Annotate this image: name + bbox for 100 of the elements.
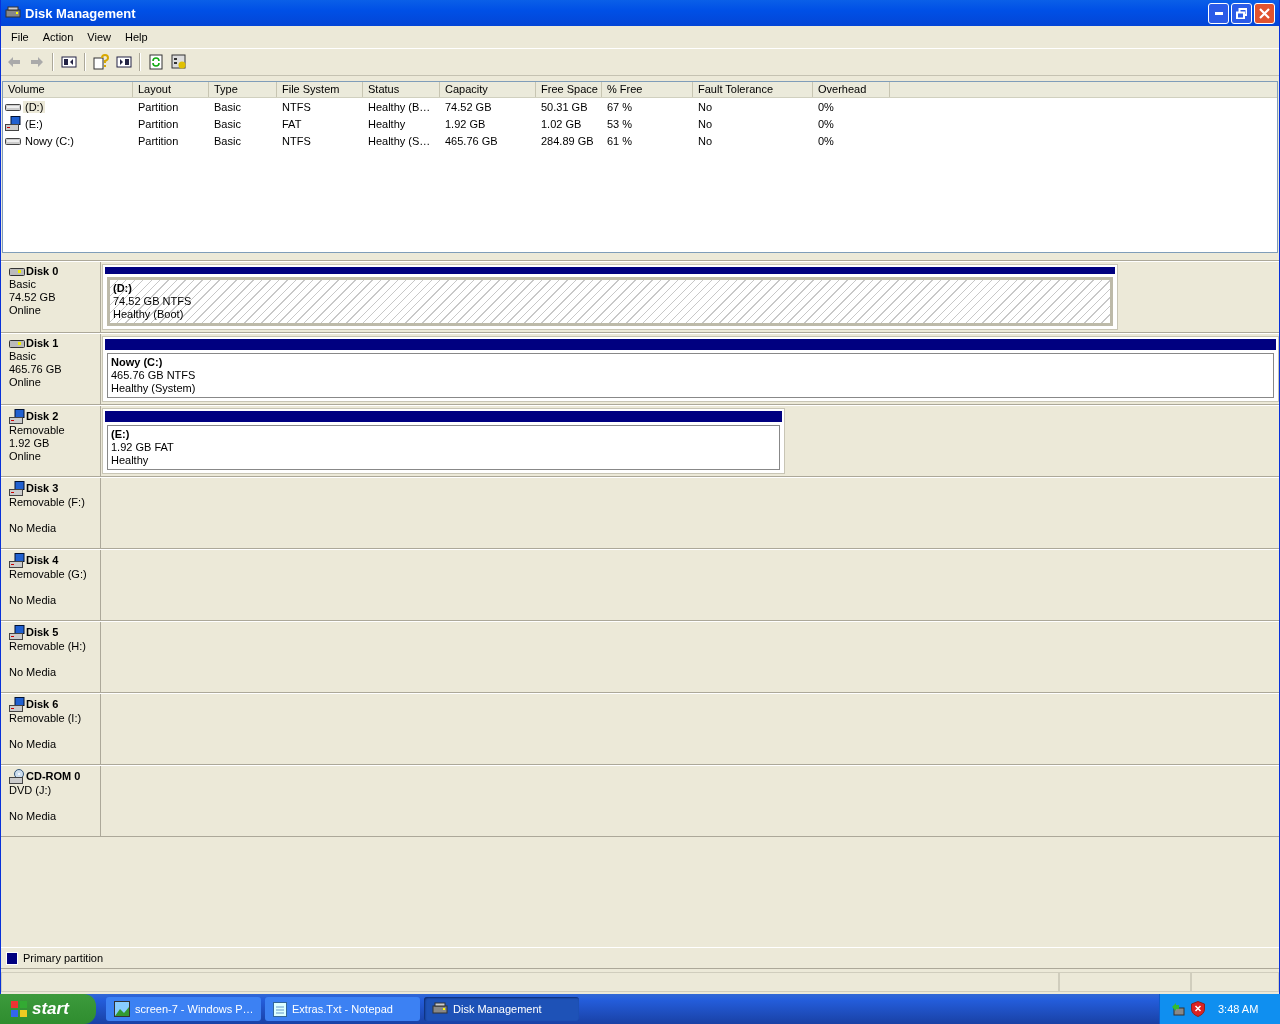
column-header[interactable]: File System: [277, 82, 363, 97]
volume-name[interactable]: Nowy (C:): [23, 134, 76, 147]
table-cell: 0%: [818, 134, 834, 147]
disk-info-panel[interactable]: Disk 3 Removable (F:) No Media: [1, 478, 101, 548]
disk-name: Disk 2: [26, 410, 59, 423]
partition-block[interactable]: (D:) 74.52 GB NTFS Healthy (Boot): [102, 264, 1118, 330]
disk-name: Disk 3: [26, 482, 59, 495]
removable-drive-icon: [9, 481, 25, 496]
column-header[interactable]: % Free: [602, 82, 693, 97]
volume-name[interactable]: (E:): [23, 117, 45, 130]
hard-drive-icon: [5, 135, 21, 146]
table-cell: Partition: [138, 134, 179, 147]
removable-drive-icon: [9, 409, 25, 424]
column-header[interactable]: Status: [363, 82, 440, 97]
disk-icon: [432, 1001, 448, 1017]
disk-status: No Media: [9, 594, 57, 606]
disk-size: 465.76 GB: [9, 363, 62, 375]
table-cell: 74.52 GB: [445, 100, 492, 113]
column-header[interactable]: Fault Tolerance: [693, 82, 813, 97]
disk-info-panel[interactable]: Disk 6 Removable (I:) No Media: [1, 694, 101, 764]
table-cell: No: [698, 117, 713, 130]
help-icon[interactable]: [93, 54, 109, 70]
disk-info-panel[interactable]: Disk 5 Removable (H:) No Media: [1, 622, 101, 692]
disk-info-panel[interactable]: Disk 2 Removable 1.92 GB Online: [1, 406, 101, 476]
column-header[interactable]: Layout: [133, 82, 209, 97]
disk-name: Disk 1: [26, 337, 59, 350]
table-cell: 61 %: [607, 134, 633, 147]
column-header[interactable]: Volume: [3, 82, 133, 97]
close-button[interactable]: [1254, 2, 1275, 24]
picture-icon: [114, 1001, 130, 1017]
disk-info-panel[interactable]: Disk 4 Removable (G:) No Media: [1, 550, 101, 620]
taskbar-button[interactable]: Extras.Txt - Notepad: [265, 997, 420, 1021]
panel-toggle-icon[interactable]: [61, 54, 77, 70]
disk-status: No Media: [9, 666, 57, 678]
volume-name[interactable]: (D:): [23, 100, 46, 113]
restore-icon: [1236, 7, 1247, 19]
disk-type: Removable (F:): [9, 496, 85, 508]
legend-label: Primary partition: [23, 952, 104, 964]
removable-drive-icon: [9, 553, 25, 568]
table-cell: Basic: [214, 117, 241, 130]
menu-item[interactable]: View: [80, 31, 118, 43]
partition-name: (D:): [113, 282, 133, 295]
disk-icon: [5, 5, 21, 21]
table-cell: Basic: [214, 100, 241, 113]
network-icon[interactable]: [1170, 1001, 1186, 1017]
table-cell: Healthy (B…: [368, 100, 431, 113]
partition-size: 465.76 GB NTFS: [111, 369, 197, 382]
disk-info-panel[interactable]: CD-ROM 0 DVD (J:) No Media: [1, 766, 101, 836]
partition-status: Healthy (Boot): [113, 308, 185, 321]
table-cell: Partition: [138, 117, 179, 130]
panel-toggle-icon[interactable]: [116, 54, 132, 70]
disk-status: Online: [9, 450, 41, 462]
restore-button[interactable]: [1231, 2, 1252, 24]
partition-status: Healthy: [111, 454, 150, 467]
table-cell: 67 %: [607, 100, 633, 113]
menu-item[interactable]: Action: [35, 31, 81, 43]
column-header[interactable]: Overhead: [813, 82, 890, 97]
removable-drive-icon: [9, 625, 25, 640]
disk-status: No Media: [9, 522, 57, 534]
hard-drive-icon: [5, 101, 21, 112]
disk-size: 1.92 GB: [9, 437, 50, 449]
column-header[interactable]: Type: [209, 82, 277, 97]
disk-name: Disk 5: [26, 626, 59, 639]
properties-icon[interactable]: [171, 54, 187, 70]
table-cell: NTFS: [282, 134, 311, 147]
minimize-button[interactable]: [1208, 2, 1229, 24]
table-cell: Basic: [214, 134, 241, 147]
table-cell: 284.89 GB: [541, 134, 594, 147]
disk-type: Basic: [9, 278, 36, 290]
hard-drive-icon: [9, 338, 25, 349]
menu-item[interactable]: Help: [117, 31, 155, 43]
notepad-icon: [273, 1001, 287, 1017]
partition-name: Nowy (C:): [111, 356, 164, 369]
partition-block[interactable]: Nowy (C:) 465.76 GB NTFS Healthy (System): [102, 336, 1279, 402]
table-cell: Partition: [138, 100, 179, 113]
disk-status: Online: [9, 304, 41, 316]
disk-type: Removable: [9, 424, 65, 436]
partition-block[interactable]: (E:) 1.92 GB FAT Healthy: [102, 408, 785, 474]
table-cell: NTFS: [282, 100, 311, 113]
menu-item[interactable]: File: [4, 31, 36, 43]
partition-name: (E:): [111, 428, 131, 441]
refresh-icon[interactable]: [148, 54, 164, 70]
disk-name: Disk 4: [26, 554, 59, 567]
window-title: Disk Management: [25, 5, 136, 21]
table-cell: 1.92 GB: [445, 117, 486, 130]
security-shield-icon[interactable]: [1191, 1001, 1205, 1017]
table-cell: Healthy (S…: [368, 134, 431, 147]
column-header[interactable]: Capacity: [440, 82, 536, 97]
disk-info-panel[interactable]: Disk 0 Basic 74.52 GB Online: [1, 262, 101, 332]
table-cell: 465.76 GB: [445, 134, 498, 147]
windows-flag-icon: [10, 1000, 28, 1018]
taskbar-button[interactable]: screen-7 - Windows P…: [106, 997, 261, 1021]
start-button[interactable]: start: [0, 994, 96, 1024]
table-cell: Healthy: [368, 117, 406, 130]
disk-type: Removable (G:): [9, 568, 87, 580]
disk-info-panel[interactable]: Disk 1 Basic 465.76 GB Online: [1, 334, 101, 404]
taskbar-button[interactable]: Disk Management: [424, 997, 579, 1021]
disk-name: CD-ROM 0: [26, 770, 81, 783]
disk-status: No Media: [9, 810, 57, 822]
column-header[interactable]: Free Space: [536, 82, 602, 97]
